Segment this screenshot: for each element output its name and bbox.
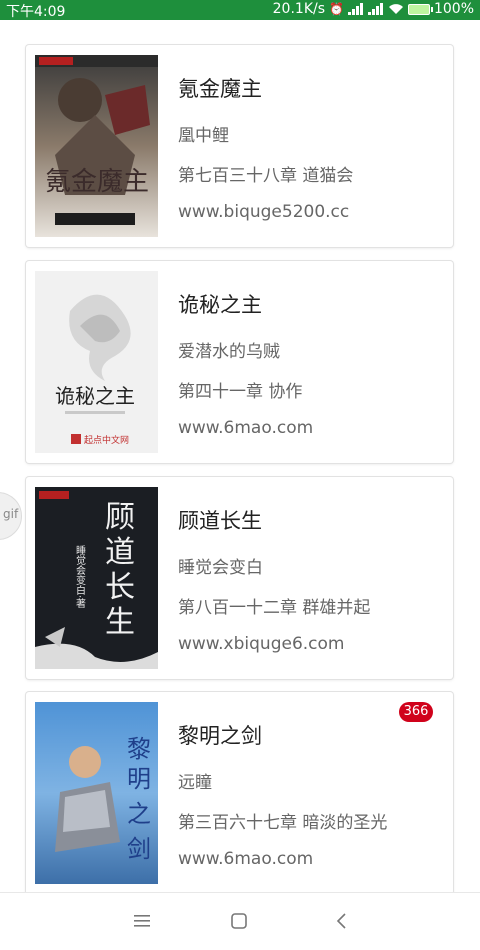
book-source: www.biquge5200.cc xyxy=(178,202,350,222)
book-author: 凰中鲤 xyxy=(178,126,229,146)
book-cover: 顾 道 长 生 睡觉会变白·著 xyxy=(35,487,158,669)
home-button[interactable] xyxy=(225,907,253,935)
battery-level: 100% xyxy=(433,1,474,17)
svg-text:长: 长 xyxy=(105,570,135,605)
menu-button[interactable] xyxy=(128,907,156,935)
floating-gif-handle[interactable]: gif xyxy=(0,492,22,540)
book-source: www.6mao.com xyxy=(178,849,314,869)
svg-text:生: 生 xyxy=(105,605,135,640)
update-count-badge: 366 xyxy=(399,702,433,722)
cover-author: 睡觉会变白·著 xyxy=(74,544,86,608)
latest-chapter: 第八百一十二章 群雄并起 xyxy=(178,598,371,618)
svg-text:黎: 黎 xyxy=(127,735,151,763)
book-cover: 黎 明 之 剑 xyxy=(35,702,158,884)
book-cover: 氪金魔主 xyxy=(35,55,158,237)
latest-chapter: 第四十一章 协作 xyxy=(178,382,303,402)
cover-title: 氪金魔主 xyxy=(45,167,149,197)
svg-text:之: 之 xyxy=(127,800,151,828)
cover-title: 诡秘之主 xyxy=(55,384,135,408)
signal-icon xyxy=(347,1,364,17)
book-title: 黎明之剑 xyxy=(178,724,262,748)
square-home-icon xyxy=(231,913,247,929)
status-time: 下午4:09 xyxy=(6,4,66,20)
book-card[interactable]: 黎 明 之 剑 黎明之剑 远瞳 第三百六十七章 暗淡的圣光 www.6mao.c… xyxy=(26,692,453,892)
latest-chapter: 第七百三十八章 道猫会 xyxy=(178,166,354,186)
cover-publisher: 起点中文网 xyxy=(84,434,129,446)
network-speed: 20.1K/s xyxy=(272,1,326,17)
book-card[interactable]: 顾 道 长 生 睡觉会变白·著 顾道长生 睡觉会变白 第八百一十二章 群雄并起 … xyxy=(26,477,453,679)
book-author: 远瞳 xyxy=(178,773,212,793)
book-card[interactable]: 氪金魔主 氪金魔主 凰中鲤 第七百三十八章 道猫会 www.biquge5200… xyxy=(26,45,453,247)
book-list[interactable]: 氪金魔主 氪金魔主 凰中鲤 第七百三十八章 道猫会 www.biquge5200… xyxy=(0,20,480,892)
system-nav-bar xyxy=(0,892,480,950)
book-cover: 诡秘之主 起点中文网 xyxy=(35,271,158,453)
book-author: 睡觉会变白 xyxy=(178,558,263,578)
svg-text:剑: 剑 xyxy=(127,835,151,863)
latest-chapter: 第三百六十七章 暗淡的圣光 xyxy=(178,813,388,833)
back-chevron-icon xyxy=(336,913,346,929)
signal-icon-2 xyxy=(367,1,384,17)
back-button[interactable] xyxy=(327,907,355,935)
gif-label: gif xyxy=(3,507,19,521)
svg-text:顾: 顾 xyxy=(105,500,135,535)
book-title: 顾道长生 xyxy=(178,509,262,533)
book-source: www.xbiquge6.com xyxy=(178,634,345,654)
status-bar: 下午4:09 20.1K/s ⏰ 100% xyxy=(0,0,480,20)
svg-text:明: 明 xyxy=(127,765,151,793)
book-title: 诡秘之主 xyxy=(178,293,262,317)
wifi-icon xyxy=(388,1,404,17)
svg-text:道: 道 xyxy=(105,535,135,570)
battery-icon xyxy=(407,3,433,15)
status-right: 20.1K/s ⏰ 100% xyxy=(273,1,474,17)
book-title: 氪金魔主 xyxy=(178,77,262,101)
book-source: www.6mao.com xyxy=(178,418,314,438)
alarm-icon: ⏰ xyxy=(329,2,344,16)
book-card[interactable]: 诡秘之主 起点中文网 诡秘之主 爱潜水的乌贼 第四十一章 协作 www.6mao… xyxy=(26,261,453,463)
book-author: 爱潜水的乌贼 xyxy=(178,342,280,362)
menu-icon xyxy=(134,915,150,927)
